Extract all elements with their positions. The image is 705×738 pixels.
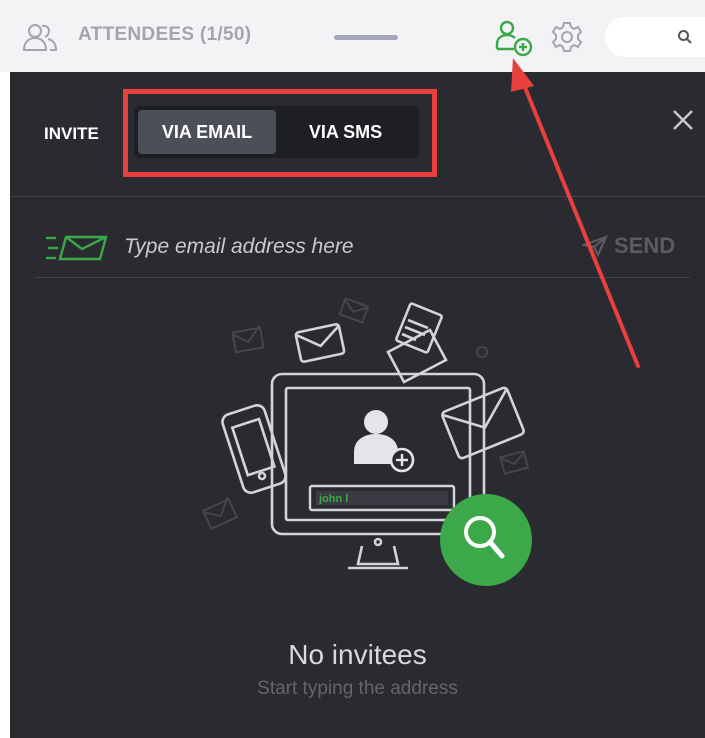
tab-via-sms[interactable]: VIA SMS xyxy=(276,110,415,154)
envelope-icon xyxy=(294,323,346,363)
envelope-icon xyxy=(499,449,530,476)
attendees-title: ATTENDEES (1/50) xyxy=(78,24,252,45)
empty-state-subtitle: Start typing the address xyxy=(257,678,458,699)
tab-via-email[interactable]: VIA EMAIL xyxy=(138,110,276,154)
envelope-icon xyxy=(338,297,370,324)
invite-method-tabs: VIA EMAIL VIA SMS xyxy=(134,106,419,158)
invite-label: INVITE xyxy=(44,124,99,143)
empty-state-title: No invitees xyxy=(288,639,427,670)
attendee-search-box[interactable] xyxy=(605,17,705,57)
attendees-header: ATTENDEES (1/50) xyxy=(0,0,705,72)
send-button[interactable]: SEND xyxy=(582,230,675,262)
panel-drag-handle[interactable] xyxy=(334,35,398,40)
invite-panel: INVITE VIA EMAIL VIA SMS SEND xyxy=(10,72,705,738)
phone-icon xyxy=(221,403,287,495)
letter-icon xyxy=(386,302,448,384)
send-label: SEND xyxy=(614,233,676,258)
attendee-search-input[interactable] xyxy=(619,27,675,49)
email-icon xyxy=(46,235,108,261)
add-user-icon xyxy=(495,20,533,57)
gear-icon xyxy=(551,22,583,52)
invite-illustration: john l xyxy=(201,297,532,586)
envelope-icon xyxy=(201,496,239,531)
name-field-text: john l xyxy=(318,493,348,505)
search-icon xyxy=(440,494,532,586)
search-icon[interactable] xyxy=(677,29,693,45)
email-address-input[interactable] xyxy=(122,228,566,266)
settings-button[interactable] xyxy=(550,20,584,54)
add-attendee-button[interactable] xyxy=(492,18,536,58)
send-icon xyxy=(582,235,608,257)
people-icon xyxy=(22,24,58,51)
add-user-icon xyxy=(354,410,415,473)
divider xyxy=(10,196,705,197)
divider xyxy=(34,277,690,278)
close-icon[interactable] xyxy=(671,108,695,132)
envelope-icon xyxy=(231,325,265,354)
